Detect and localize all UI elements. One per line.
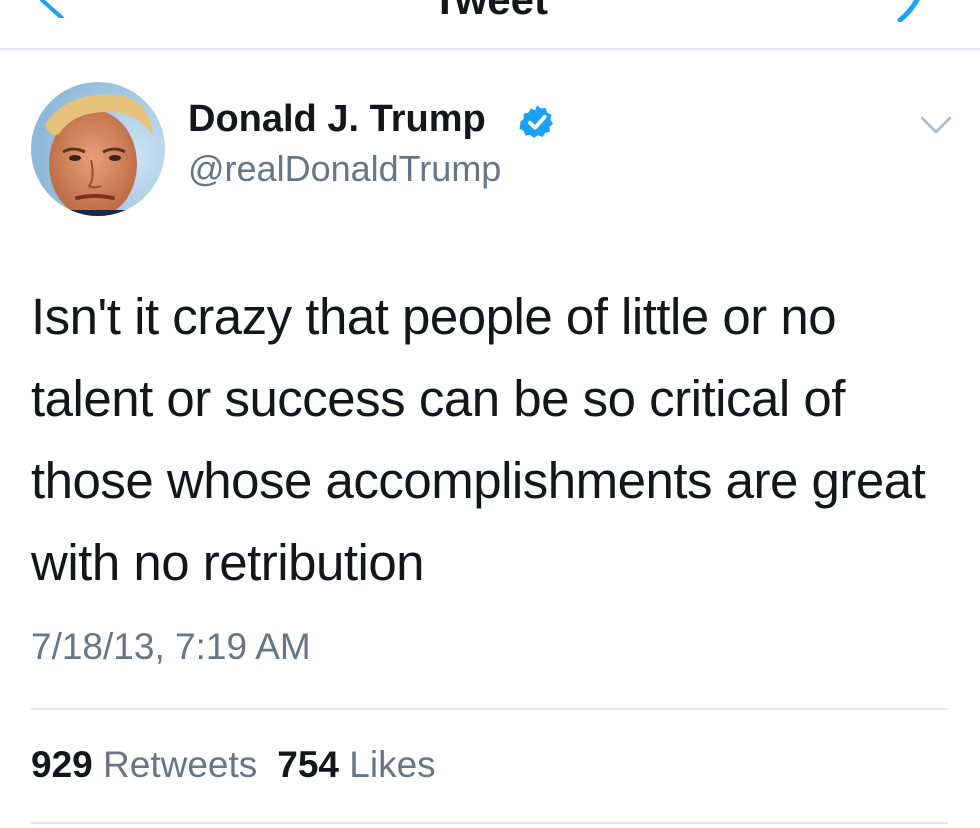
author-display-name[interactable]: Donald J. Trump [188, 98, 486, 141]
chevron-down-icon[interactable] [919, 114, 953, 136]
likes-stat[interactable]: 754 Likes [277, 744, 435, 785]
avatar[interactable] [31, 82, 165, 216]
divider [31, 822, 948, 824]
likes-label: Likes [349, 744, 436, 785]
author-handle[interactable]: @realDonaldTrump [188, 148, 501, 190]
page-title: Tweet [0, 0, 980, 24]
navigation-bar: Tweet [0, 0, 980, 50]
profile-photo [31, 82, 165, 216]
likes-count: 754 [277, 744, 339, 785]
retweets-count: 929 [31, 744, 93, 785]
compose-action-icon[interactable] [896, 0, 932, 22]
verified-badge-icon [519, 105, 553, 138]
divider [31, 708, 948, 710]
tweet-stats: 929 Retweets 754 Likes [31, 744, 436, 786]
retweets-label: Retweets [103, 744, 258, 785]
tweet-text: Isn't it crazy that people of little or … [31, 288, 926, 591]
retweets-stat[interactable]: 929 Retweets [31, 744, 257, 785]
tweet-timestamp: 7/18/13, 7:19 AM [31, 626, 311, 667]
